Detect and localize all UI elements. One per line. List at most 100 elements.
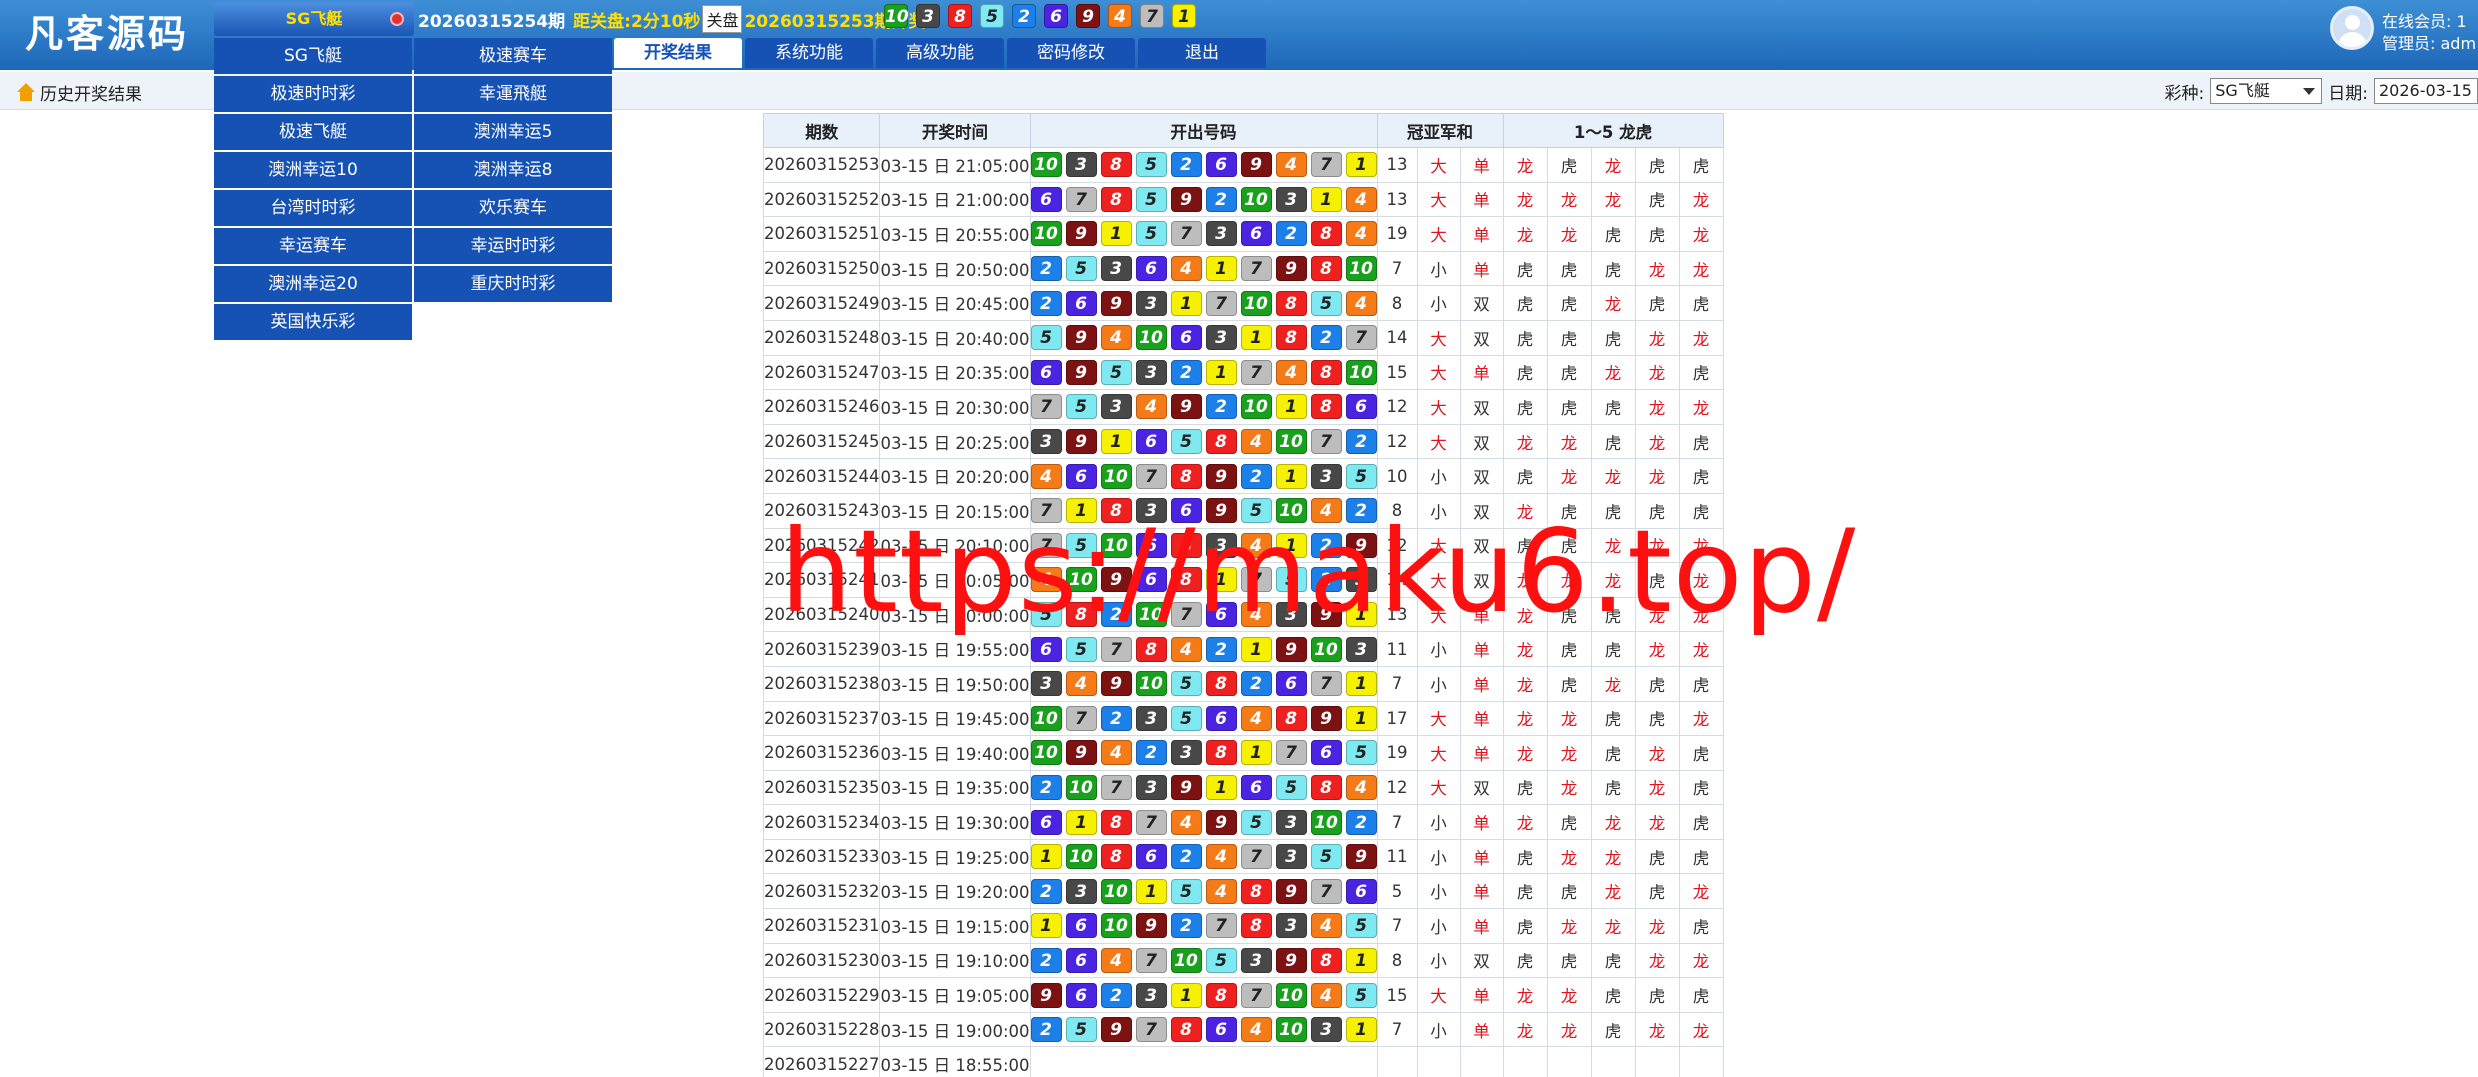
result-ball: 1 bbox=[1275, 463, 1307, 489]
result-ball: 1 bbox=[1170, 290, 1202, 316]
nav-tab[interactable]: 退出 bbox=[1138, 38, 1266, 68]
result-ball: 9 bbox=[1205, 463, 1237, 489]
result-ball: 10 bbox=[1240, 186, 1272, 212]
lottery-select[interactable]: SG飞艇 bbox=[2210, 78, 2323, 104]
dragon-tiger-cell: 虎 bbox=[1634, 838, 1680, 875]
nav-tab[interactable]: 系统功能 bbox=[745, 38, 873, 68]
period-cell: 20260315227 bbox=[762, 1046, 881, 1077]
game-selector-label: SG飞艇 bbox=[285, 9, 343, 28]
game-selector[interactable]: SG飞艇 bbox=[214, 2, 414, 36]
balls-cell: 2 6 4 7 10 5 3 9 8 1 bbox=[1029, 942, 1378, 979]
table-row: 20260315231 03-15 日 19:15:00 1 6 10 9 2 7 8 3 4 5 7 小… bbox=[762, 908, 1724, 944]
balls-group: 10 7 2 3 5 6 4 8 9 1 bbox=[1030, 705, 1377, 731]
result-ball: 8 bbox=[1310, 221, 1342, 247]
date-input[interactable]: 2026-03-15 bbox=[2374, 78, 2478, 104]
result-ball: 5 bbox=[1135, 221, 1167, 247]
game-menu-item[interactable]: 极速飞艇 bbox=[214, 114, 412, 150]
result-ball: 6 bbox=[1135, 256, 1167, 282]
dragon-tiger-cell: 虎 bbox=[1502, 458, 1548, 494]
sum-cell: 7 bbox=[1376, 804, 1418, 840]
odd-even-cell: 单 bbox=[1459, 216, 1504, 252]
game-menu-item[interactable]: 极速时时彩 bbox=[214, 76, 412, 112]
close-market-button[interactable]: 关盘 bbox=[702, 5, 743, 33]
big-small-cell: 大 bbox=[1416, 354, 1461, 391]
result-ball: 3 bbox=[1030, 671, 1062, 697]
balls-cell: 10 9 4 2 3 8 1 7 6 5 bbox=[1029, 735, 1378, 771]
dragon-tiger-cell: 龙 bbox=[1546, 458, 1592, 494]
app-root: 凡客源码 SG飞艇 20260315254期 距关盘: 2分10秒 关盘 202… bbox=[0, 0, 2478, 1077]
time-cell: 03-15 日 19:45:00 bbox=[879, 700, 1031, 737]
result-ball: 2 bbox=[1030, 878, 1062, 904]
result-ball: 7 bbox=[1240, 844, 1272, 870]
result-ball: 4 bbox=[1310, 913, 1342, 939]
sum-cell: 5 bbox=[1376, 873, 1418, 910]
nav-tab[interactable]: 开奖结果 bbox=[614, 38, 742, 68]
history-results-link[interactable]: 历史开奖结果 bbox=[16, 80, 142, 105]
period-cell: 20260315235 bbox=[762, 769, 881, 806]
result-ball: 9 bbox=[1065, 429, 1097, 455]
result-ball: 10 bbox=[1135, 325, 1167, 351]
result-ball: 10 bbox=[1065, 844, 1097, 870]
result-ball: 2 bbox=[1310, 325, 1342, 351]
game-menu-item[interactable]: 幸运赛车 bbox=[214, 228, 412, 264]
game-menu-item[interactable]: 幸运时时彩 bbox=[414, 228, 612, 264]
result-ball: 5 bbox=[1100, 359, 1132, 385]
game-menu-item[interactable]: 台湾时时彩 bbox=[214, 190, 412, 226]
game-menu-item[interactable]: 澳洲幸运10 bbox=[214, 152, 412, 188]
result-ball: 10 bbox=[1030, 705, 1062, 731]
period-cell: 20260315244 bbox=[762, 458, 881, 494]
result-ball: 6 bbox=[1170, 325, 1202, 351]
game-menu-item[interactable]: 欢乐赛车 bbox=[414, 190, 612, 226]
dragon-tiger-cell: 虎 bbox=[1546, 942, 1592, 979]
game-menu-item[interactable]: 重庆时时彩 bbox=[414, 266, 612, 302]
sum-cell: 8 bbox=[1376, 942, 1418, 979]
countdown-value: 2分10秒 bbox=[630, 11, 701, 32]
dragon-tiger-cell: 虎 bbox=[1678, 804, 1724, 840]
table-row: 20260315249 03-15 日 20:45:00 2 6 9 3 1 7 10 8 5 4 8 小… bbox=[762, 285, 1724, 321]
time-cell: 03-15 日 20:35:00 bbox=[879, 354, 1031, 391]
game-menu-item[interactable]: 澳洲幸运8 bbox=[414, 152, 612, 188]
dragon-tiger-cell bbox=[1678, 1046, 1724, 1077]
dragon-tiger-cell: 龙 bbox=[1634, 319, 1680, 356]
game-menu-item[interactable]: 澳洲幸运5 bbox=[414, 114, 612, 150]
result-ball: 8 bbox=[1205, 671, 1237, 697]
game-menu-item[interactable]: SG飞艇 bbox=[214, 38, 412, 74]
result-ball: 5 bbox=[1065, 1017, 1097, 1043]
table-row: 20260315248 03-15 日 20:40:00 5 9 4 10 6 3 1 8 2 7 14… bbox=[762, 319, 1724, 356]
nav-tab[interactable]: 密码修改 bbox=[1007, 38, 1135, 68]
big-small-cell: 大 bbox=[1416, 216, 1461, 252]
dragon-tiger-cell: 虎 bbox=[1590, 769, 1636, 806]
odd-even-cell: 双 bbox=[1459, 423, 1504, 460]
dragon-tiger-cell: 虎 bbox=[1502, 908, 1548, 944]
result-ball: 2 bbox=[1030, 290, 1062, 316]
sum-cell: 15 bbox=[1376, 354, 1418, 391]
dragon-tiger-cell: 龙 bbox=[1502, 181, 1548, 218]
result-ball: 5 bbox=[1310, 844, 1342, 870]
dragon-tiger-cell: 虎 bbox=[1502, 389, 1548, 425]
table-row: 20260315236 03-15 日 19:40:00 10 9 4 2 3 8 1 7 6 5 19… bbox=[762, 735, 1724, 771]
result-ball: 3 bbox=[1135, 705, 1167, 731]
result-ball: 1 bbox=[1065, 809, 1097, 835]
dragon-tiger-cell: 龙 bbox=[1678, 1011, 1724, 1048]
period-cell: 20260315248 bbox=[762, 319, 881, 356]
result-ball: 3 bbox=[1065, 152, 1097, 178]
game-menu-item[interactable]: 极速赛车 bbox=[414, 38, 612, 74]
result-ball: 3 bbox=[1065, 878, 1097, 904]
game-menu-item[interactable]: 澳洲幸运20 bbox=[214, 266, 412, 302]
game-menu-item[interactable]: 英国快乐彩 bbox=[214, 304, 412, 340]
result-ball: 3 bbox=[1100, 394, 1132, 420]
latest-ball: 9 bbox=[1076, 4, 1100, 28]
result-ball: 9 bbox=[1205, 809, 1237, 835]
result-ball: 6 bbox=[1065, 290, 1097, 316]
result-ball: 7 bbox=[1205, 913, 1237, 939]
result-ball: 9 bbox=[1065, 325, 1097, 351]
balls-cell: 5 9 4 10 6 3 1 8 2 7 bbox=[1029, 319, 1378, 356]
nav-tab[interactable]: 高级功能 bbox=[876, 38, 1004, 68]
game-menu-item[interactable]: 幸運飛艇 bbox=[414, 76, 612, 112]
table-row: 20260315244 03-15 日 20:20:00 4 6 10 7 8 9 2 1 3 5 10… bbox=[762, 458, 1724, 494]
result-ball: 6 bbox=[1065, 982, 1097, 1008]
balls-cell: 3 4 9 10 5 8 2 6 7 1 bbox=[1029, 665, 1378, 702]
dragon-tiger-cell: 龙 bbox=[1590, 354, 1636, 391]
table-header-row: 期数 开奖时间 开出号码 冠亚军和 1～5 龙虎 bbox=[762, 113, 1724, 148]
result-ball: 5 bbox=[1170, 429, 1202, 455]
